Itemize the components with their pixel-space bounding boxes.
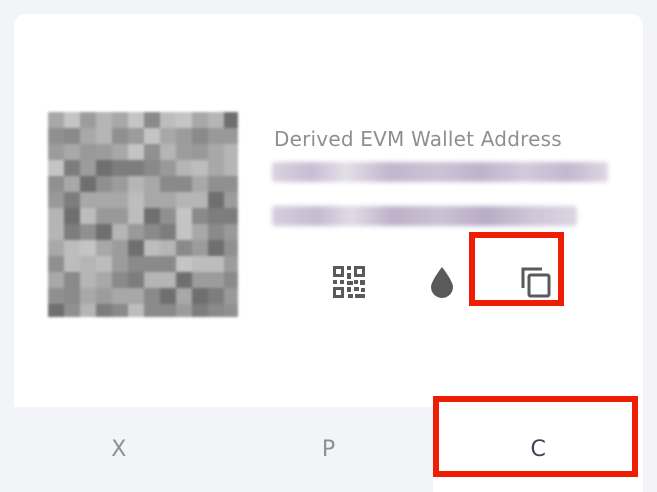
- copy-button-highlight: [469, 232, 564, 306]
- tab-x-label: X: [111, 437, 127, 462]
- wallet-address-label: Derived EVM Wallet Address: [274, 127, 562, 151]
- qr-code-icon: [333, 266, 365, 298]
- wallet-address-line-2: [272, 206, 577, 226]
- tab-c-highlight: [433, 396, 638, 477]
- qr-code-image: [48, 112, 240, 320]
- wallet-address-line-1: [272, 162, 608, 182]
- qr-code-button[interactable]: [325, 258, 373, 306]
- water-drop-icon: [431, 267, 453, 298]
- tab-p-label: P: [321, 437, 336, 462]
- faucet-button[interactable]: [418, 258, 466, 306]
- tab-p[interactable]: P: [224, 407, 434, 492]
- tab-x[interactable]: X: [14, 407, 224, 492]
